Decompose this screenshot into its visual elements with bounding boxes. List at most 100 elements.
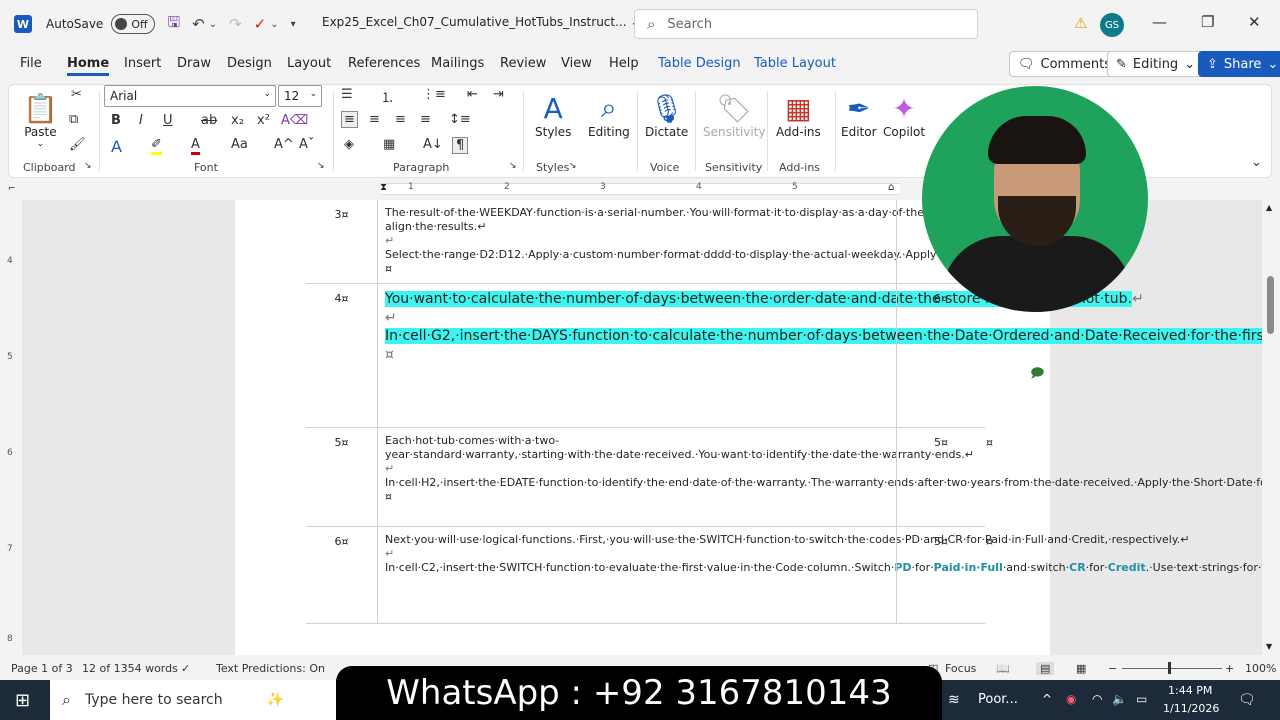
text-predictions[interactable]: Text Predictions: On — [216, 662, 325, 675]
align-left-icon[interactable]: ≡ — [341, 111, 358, 128]
text-effects-icon[interactable]: A — [111, 137, 122, 156]
format-painter-icon[interactable]: 🖌 — [69, 137, 86, 152]
taskbar-search[interactable]: ⌕ Type here to search ✨ — [50, 680, 336, 720]
subscript-icon[interactable]: x₂ — [231, 113, 244, 128]
check-dropdown-icon[interactable]: ⌄ — [270, 19, 278, 30]
instruction-cell[interactable]: Next·you·will·use·logical·functions.·Fir… — [379, 527, 1262, 581]
collapse-ribbon-icon[interactable]: ⌄ — [1251, 155, 1262, 170]
font-name-select[interactable]: Arial ⌄ — [104, 85, 276, 107]
instruction-cell[interactable]: The·result·of·the·WEEKDAY·function·is·a·… — [379, 200, 1082, 282]
tab-table-design[interactable]: Table Design — [658, 56, 741, 71]
tab-references[interactable]: References — [348, 56, 420, 71]
justify-icon[interactable]: ≡ — [420, 112, 431, 127]
autosave-toggle[interactable]: Off — [111, 14, 156, 34]
shading-icon[interactable]: ◈ — [344, 137, 354, 152]
vertical-scrollbar[interactable]: ▲ ▼ — [1262, 200, 1280, 655]
tab-mailings[interactable]: Mailings — [431, 56, 484, 71]
save-icon[interactable]: 🖫 — [167, 12, 180, 37]
wifi-icon[interactable]: ◠ — [1092, 692, 1102, 706]
strikethrough-icon[interactable]: ab — [201, 113, 217, 128]
numbering-icon[interactable]: ⒈ — [381, 87, 394, 106]
weather-icon[interactable]: ≋ — [948, 692, 960, 708]
dialog-launcher-icon[interactable]: ↘ — [509, 161, 517, 171]
scrollbar-thumb[interactable] — [1267, 276, 1274, 334]
show-marks-icon[interactable]: ¶ — [452, 137, 469, 154]
tab-selector-icon[interactable]: ⌐ — [8, 184, 16, 194]
italic-icon[interactable]: I — [139, 113, 143, 128]
read-mode-icon[interactable]: 📖 — [996, 662, 1010, 675]
chevron-up-icon[interactable]: ^ — [1042, 692, 1052, 706]
zoom-out-icon[interactable]: − — [1108, 662, 1117, 675]
avatar[interactable]: GS — [1100, 13, 1124, 37]
document-page[interactable]: 3¤ The·result·of·the·WEEKDAY·function·is… — [235, 200, 1262, 655]
line-spacing-icon[interactable]: ↕≡ — [449, 112, 471, 127]
instruction-cell[interactable]: Each·hot·tub·comes·with·a·two-year·stand… — [379, 428, 1262, 510]
word-count[interactable]: 12 of 1354 words — [82, 662, 178, 675]
copilot-button[interactable]: ✦ Copilot — [883, 87, 925, 139]
multilevel-list-icon[interactable]: ⋮≡ — [422, 87, 446, 102]
print-layout-icon[interactable]: ▤ — [1036, 662, 1055, 675]
tab-layout[interactable]: Layout — [287, 56, 331, 71]
close-icon[interactable]: ✕ — [1248, 13, 1261, 31]
warning-icon[interactable]: ⚠ — [1074, 14, 1087, 32]
tab-file[interactable]: File — [20, 56, 42, 71]
tab-table-layout[interactable]: Table Layout — [754, 56, 836, 71]
sensitivity-button[interactable]: 🏷 Sensitivity — [703, 87, 765, 139]
tab-help[interactable]: Help — [609, 56, 639, 71]
change-case-icon[interactable]: Aa — [231, 137, 248, 152]
dictate-button[interactable]: 🎙 Dictate — [645, 87, 688, 139]
instruction-cell[interactable]: You·want·to·calculate·the·number·of·days… — [379, 284, 1262, 370]
addins-button[interactable]: ▦ Add-ins — [776, 87, 821, 139]
proofing-icon[interactable]: ✓ — [181, 662, 190, 675]
weather-label[interactable]: Poor... — [978, 692, 1018, 707]
volume-icon[interactable]: 🔈 — [1112, 692, 1127, 706]
bold-icon[interactable]: B — [111, 113, 121, 128]
editing-button[interactable]: ⌕ Editing — [588, 87, 630, 139]
tab-design[interactable]: Design — [227, 56, 272, 71]
clock-date[interactable]: 1/11/2026 — [1163, 702, 1219, 715]
scroll-down-icon[interactable]: ▼ — [1266, 642, 1272, 651]
zoom-slider[interactable] — [1122, 668, 1222, 669]
editor-button[interactable]: ✒ Editor — [841, 87, 877, 139]
document-title[interactable]: Exp25_Excel_Ch07_Cumulative_HotTubs_Inst… — [322, 15, 640, 29]
right-indent-icon[interactable]: ⌂ — [888, 182, 894, 193]
customize-toolbar-icon[interactable]: ▾ — [291, 19, 296, 30]
font-color-icon[interactable]: A — [191, 137, 200, 155]
tab-home[interactable]: Home — [67, 56, 110, 76]
tab-draw[interactable]: Draw — [177, 56, 211, 71]
align-center-icon[interactable]: ≡ — [369, 112, 380, 127]
zoom-slider-thumb[interactable] — [1168, 662, 1171, 674]
styles-button[interactable]: A Styles — [535, 87, 571, 139]
grow-font-icon[interactable]: A^ — [274, 137, 294, 152]
sort-icon[interactable]: A↓ — [423, 137, 443, 152]
comments-button[interactable]: 🗨 Comments — [1009, 51, 1120, 77]
paste-button[interactable]: 📋 Paste ⌄ — [23, 87, 58, 149]
tab-view[interactable]: View — [561, 56, 592, 71]
notifications-icon[interactable]: 🗨 — [1238, 692, 1256, 708]
check-icon[interactable]: ✓ — [254, 15, 267, 33]
focus-label[interactable]: Focus — [945, 662, 976, 675]
share-button[interactable]: ⇪ Share ⌄ — [1198, 51, 1280, 77]
undo-icon[interactable]: ↶ — [192, 15, 205, 33]
battery-icon[interactable]: ▭ — [1136, 692, 1147, 706]
highlight-icon[interactable]: ✐ — [151, 137, 162, 155]
editing-mode-button[interactable]: ✎ Editing ⌄ — [1107, 51, 1205, 77]
clock-time[interactable]: 1:44 PM — [1168, 684, 1212, 697]
zoom-level[interactable]: 100% — [1245, 662, 1276, 675]
cut-icon[interactable]: ✂ — [71, 87, 82, 102]
zoom-in-icon[interactable]: + — [1225, 662, 1234, 675]
superscript-icon[interactable]: x² — [257, 113, 270, 128]
dialog-launcher-icon[interactable]: ↘ — [84, 161, 92, 171]
page-count[interactable]: Page 1 of 3 — [11, 662, 73, 675]
dialog-launcher-icon[interactable]: ↘ — [569, 161, 577, 171]
font-size-select[interactable]: 12 ⌄ — [278, 85, 322, 107]
copy-icon[interactable]: ⧉ — [69, 112, 78, 127]
record-icon[interactable]: ◉ — [1066, 692, 1076, 706]
increase-indent-icon[interactable]: ⇥ — [493, 87, 504, 102]
clear-formatting-icon[interactable]: A⌫ — [281, 113, 308, 128]
web-layout-icon[interactable]: ▦ — [1076, 662, 1086, 675]
decrease-indent-icon[interactable]: ⇤ — [467, 87, 478, 102]
redo-icon[interactable]: ↷ — [229, 15, 242, 33]
undo-dropdown-icon[interactable]: ⌄ — [209, 19, 217, 30]
minimize-icon[interactable]: — — [1152, 13, 1167, 31]
